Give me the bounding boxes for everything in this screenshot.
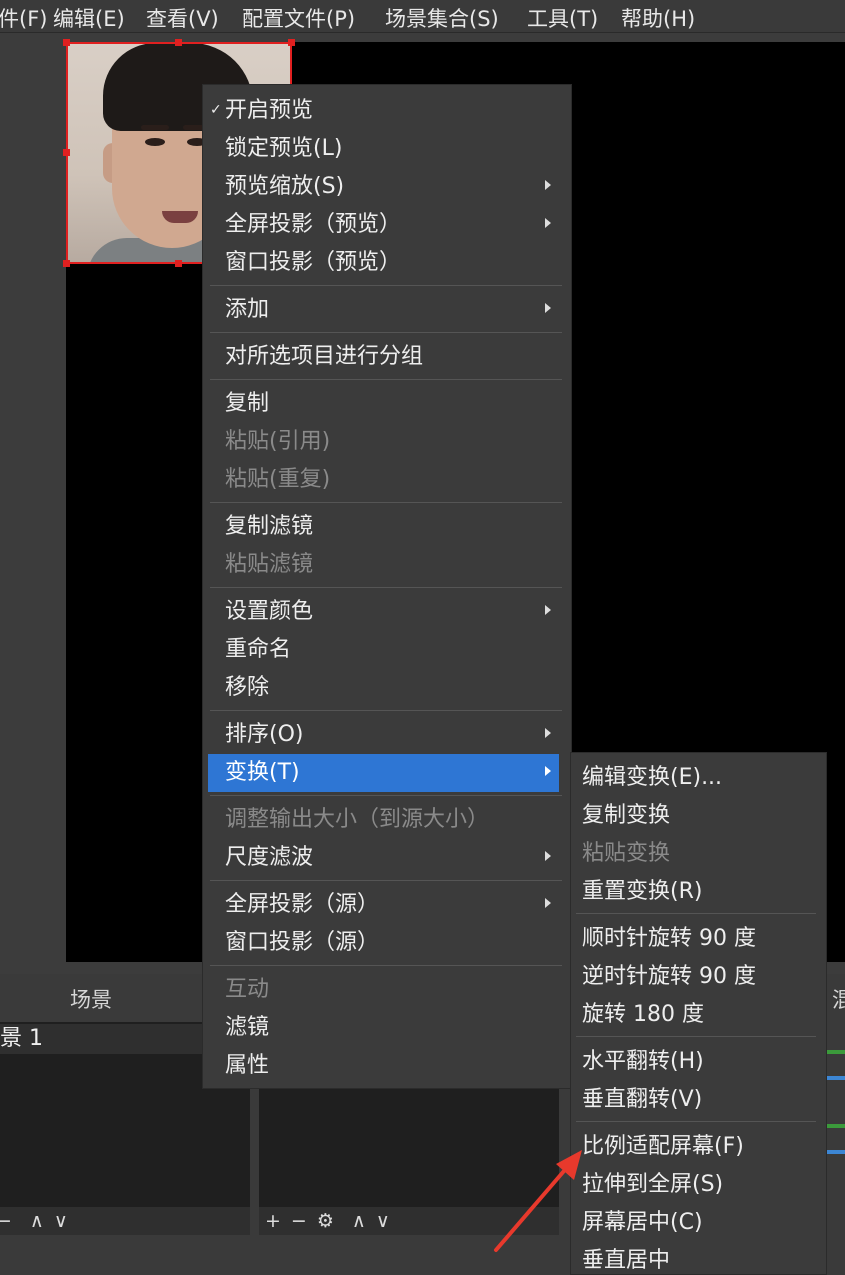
- menu-item-rotate-ccw[interactable]: 逆时针旋转 90 度: [582, 958, 756, 996]
- menu-item-center-vertically[interactable]: 垂直居中: [582, 1242, 670, 1275]
- move-up-icon[interactable]: ∧: [352, 1210, 366, 1232]
- mixer-meter: [826, 1050, 845, 1054]
- menu-edit[interactable]: 编辑(E): [53, 3, 125, 32]
- menu-separator: [210, 795, 562, 796]
- menu-item-reset-transform[interactable]: 重置变换(R): [582, 873, 702, 911]
- submenu-arrow-icon: [545, 728, 551, 738]
- menu-item-flip-vertical[interactable]: 垂直翻转(V): [582, 1081, 702, 1119]
- menu-separator: [576, 913, 816, 914]
- menu-item-properties[interactable]: 属性: [225, 1047, 269, 1085]
- menu-item-fullscreen-source[interactable]: 全屏投影（源）: [225, 886, 379, 924]
- submenu-arrow-icon: [545, 303, 551, 313]
- menu-separator: [210, 379, 562, 380]
- submenu-arrow-icon: [545, 180, 551, 190]
- menu-item-stretch-to-screen[interactable]: 拉伸到全屏(S): [582, 1166, 723, 1204]
- menu-item-edit-transform[interactable]: 编辑变换(E)...: [582, 759, 722, 797]
- menu-separator: [210, 502, 562, 503]
- menu-item-enable-preview[interactable]: 开启预览: [225, 92, 313, 130]
- resize-handle[interactable]: [288, 39, 295, 46]
- menu-separator: [576, 1121, 816, 1122]
- menu-scene-collection[interactable]: 场景集合(S): [385, 3, 499, 32]
- menu-item-paste-filters: 粘贴滤镜: [225, 552, 314, 577]
- menu-item-preview-scaling[interactable]: 预览缩放(S): [225, 168, 344, 206]
- menu-item-resize-output: 调整输出大小（到源大小）: [225, 807, 490, 832]
- menu-item-flip-horizontal[interactable]: 水平翻转(H): [582, 1043, 704, 1081]
- menu-item-paste-duplicate: 粘贴(重复): [225, 467, 331, 492]
- menu-item-rotate-180[interactable]: 旋转 180 度: [582, 996, 704, 1034]
- menu-item-filters[interactable]: 滤镜: [225, 1009, 269, 1047]
- menu-view[interactable]: 查看(V): [146, 3, 219, 32]
- move-up-icon[interactable]: ∧: [30, 1210, 44, 1232]
- resize-handle[interactable]: [63, 260, 70, 267]
- mixer-slider[interactable]: [826, 1076, 845, 1080]
- menu-item-window-preview[interactable]: 窗口投影（预览）: [225, 244, 401, 282]
- menu-separator: [210, 880, 562, 881]
- menu-item-rotate-cw[interactable]: 顺时针旋转 90 度: [582, 920, 756, 958]
- check-icon: ✓: [210, 102, 222, 118]
- move-down-icon[interactable]: ∨: [376, 1210, 390, 1232]
- mixer-slider[interactable]: [826, 1150, 845, 1154]
- menu-separator: [210, 587, 562, 588]
- menu-item-fullscreen-preview[interactable]: 全屏投影（预览）: [225, 206, 401, 244]
- menu-item-copy-filters[interactable]: 复制滤镜: [225, 508, 313, 546]
- mixer-meter: [826, 1124, 845, 1128]
- add-source-button[interactable]: +: [265, 1210, 281, 1232]
- menu-item-order[interactable]: 排序(O): [225, 716, 303, 754]
- scene-toolbar: − ∧ ∨: [0, 1207, 250, 1235]
- resize-handle[interactable]: [63, 149, 70, 156]
- menu-item-paste-reference: 粘贴(引用): [225, 429, 331, 454]
- menu-item-rename[interactable]: 重命名: [225, 631, 291, 669]
- menu-file[interactable]: 件(F): [0, 3, 47, 32]
- menu-help[interactable]: 帮助(H): [621, 3, 695, 32]
- menu-profile[interactable]: 配置文件(P): [242, 3, 355, 32]
- menu-separator: [210, 332, 562, 333]
- menu-separator: [210, 710, 562, 711]
- menubar: 件(F) 编辑(E) 查看(V) 配置文件(P) 场景集合(S) 工具(T) 帮…: [0, 0, 845, 33]
- menu-item-transform[interactable]: 变换(T): [208, 754, 559, 792]
- submenu-arrow-icon: [545, 766, 551, 776]
- menu-item-lock-preview[interactable]: 锁定预览(L): [225, 130, 342, 168]
- annotation-arrow-icon: [494, 1150, 582, 1252]
- menu-item-group-selected[interactable]: 对所选项目进行分组: [225, 338, 423, 376]
- menu-item-fit-to-screen[interactable]: 比例适配屏幕(F): [582, 1128, 744, 1166]
- menu-separator: [210, 285, 562, 286]
- resize-handle[interactable]: [175, 39, 182, 46]
- submenu-arrow-icon: [545, 898, 551, 908]
- submenu-arrow-icon: [545, 605, 551, 615]
- menu-item-copy[interactable]: 复制: [225, 385, 269, 423]
- menu-tools[interactable]: 工具(T): [527, 3, 598, 32]
- scenes-dock-title: 场景: [70, 988, 112, 1012]
- menu-item-paste-transform: 粘贴变换: [582, 841, 671, 866]
- move-down-icon[interactable]: ∨: [54, 1210, 68, 1232]
- menu-separator: [210, 965, 562, 966]
- submenu-arrow-icon: [545, 218, 551, 228]
- resize-handle[interactable]: [63, 39, 70, 46]
- gear-icon[interactable]: ⚙: [317, 1210, 334, 1232]
- menu-item-center-to-screen[interactable]: 屏幕居中(C): [582, 1204, 703, 1242]
- menu-item-remove[interactable]: 移除: [225, 669, 269, 707]
- menu-separator: [576, 1036, 816, 1037]
- menu-item-copy-transform[interactable]: 复制变换: [582, 797, 670, 835]
- menu-item-add[interactable]: 添加: [225, 291, 269, 329]
- menu-item-scale-filtering[interactable]: 尺度滤波: [225, 839, 313, 877]
- menu-item-window-source[interactable]: 窗口投影（源）: [225, 924, 379, 962]
- menu-item-interact: 互动: [225, 977, 270, 1002]
- mixer-dock-title: 混: [832, 988, 845, 1012]
- menu-item-set-color[interactable]: 设置颜色: [225, 593, 313, 631]
- resize-handle[interactable]: [175, 260, 182, 267]
- scene-item-label: 景 1: [0, 1026, 43, 1051]
- remove-scene-button[interactable]: −: [0, 1210, 12, 1232]
- submenu-arrow-icon: [545, 851, 551, 861]
- remove-source-button[interactable]: −: [291, 1210, 307, 1232]
